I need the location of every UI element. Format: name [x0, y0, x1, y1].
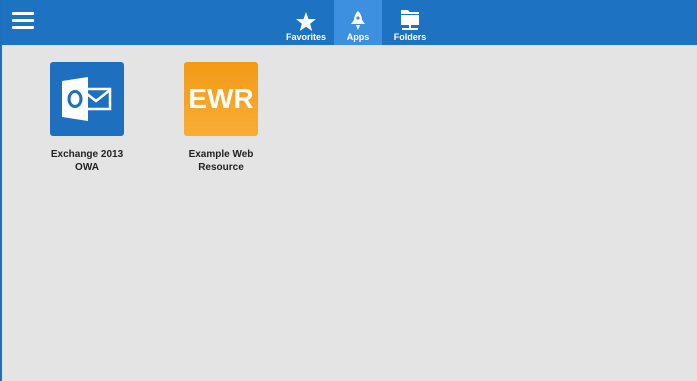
tab-folders[interactable]: Folders	[382, 0, 438, 45]
app-tile-example-web-resource[interactable]: EWR Example Web Resource	[166, 62, 276, 174]
folder-icon	[401, 10, 419, 30]
tab-apps[interactable]: Apps	[334, 0, 382, 45]
hamburger-menu-icon[interactable]	[12, 12, 34, 32]
tab-apps-label: Apps	[346, 32, 370, 42]
app-tile-exchange-owa[interactable]: Exchange 2013 OWA	[32, 62, 142, 174]
rocket-icon	[351, 11, 365, 30]
star-icon	[296, 12, 316, 31]
nav-tabs: Favorites Apps Folders	[278, 0, 438, 45]
top-nav-bar: Favorites Apps Folders	[2, 0, 697, 45]
tab-folders-label: Folders	[393, 32, 427, 42]
app-window: Favorites Apps Folders Exchange 2013 OWA…	[0, 0, 697, 381]
tab-favorites[interactable]: Favorites	[278, 0, 334, 45]
outlook-icon[interactable]	[50, 62, 124, 136]
app-label-exchange-owa: Exchange 2013 OWA	[50, 149, 124, 173]
ewr-icon[interactable]: EWR	[184, 62, 258, 136]
app-label-example-web-resource: Example Web Resource	[188, 149, 254, 173]
tab-favorites-label: Favorites	[285, 32, 327, 42]
